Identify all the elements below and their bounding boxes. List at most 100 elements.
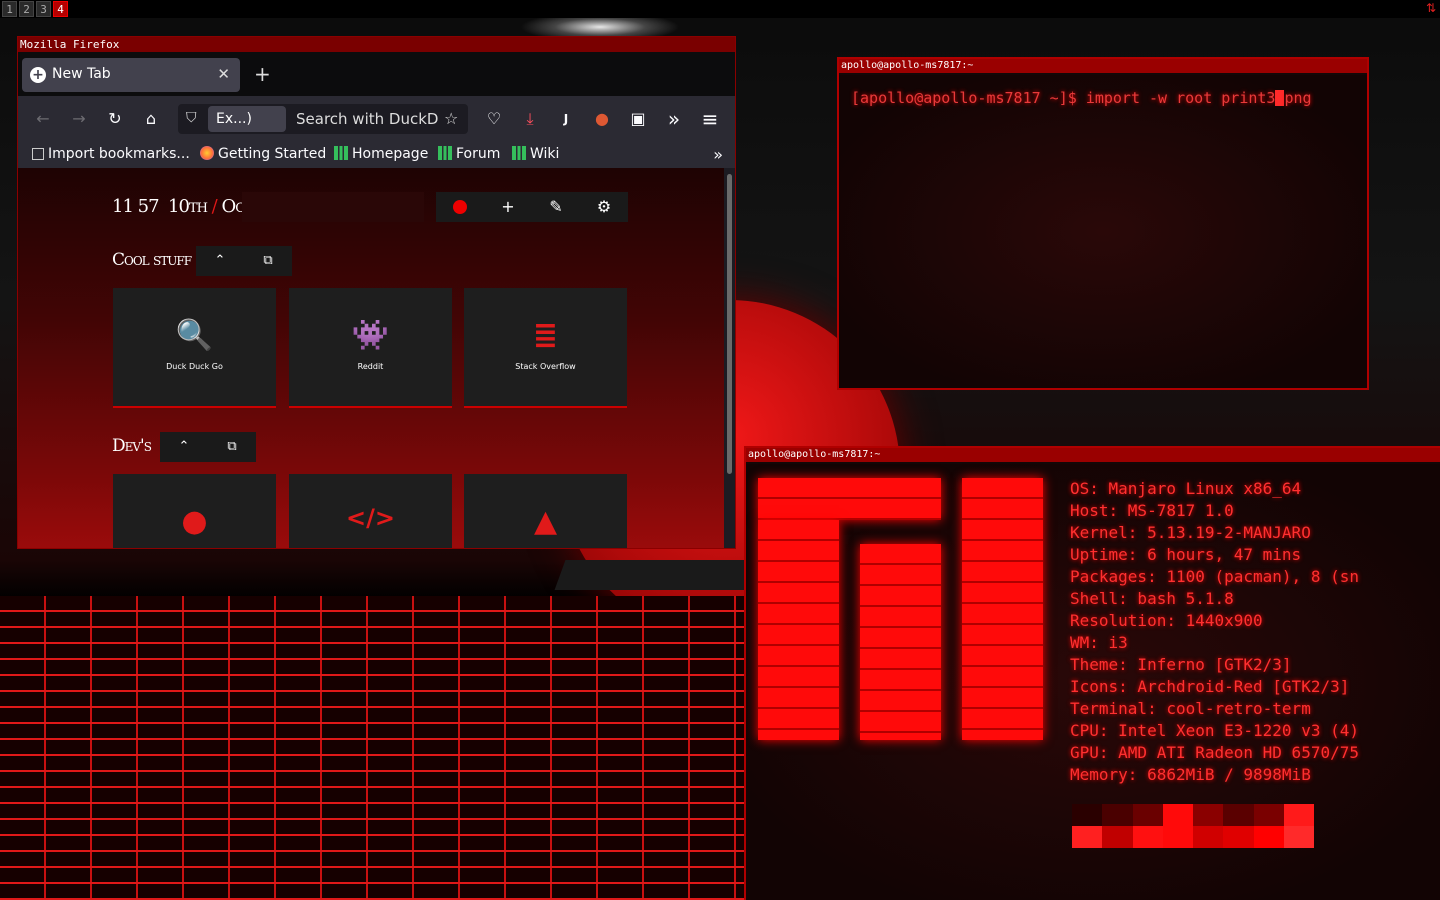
- star-icon[interactable]: ☆: [444, 109, 458, 128]
- bookmark-homepage[interactable]: Homepage: [334, 146, 428, 162]
- import-icon: [32, 148, 44, 160]
- stackoverflow-icon: ≣: [532, 318, 559, 353]
- color-swatch: [1283, 804, 1314, 826]
- system-info-line: GPU: AMD ATI Radeon HD 6570/75: [1070, 743, 1359, 762]
- system-info-line: Resolution: 1440x900: [1070, 611, 1263, 630]
- window-title[interactable]: apollo@apollo-ms7817:~: [746, 448, 1440, 462]
- page-toolbar: + ✎ ⚙: [436, 192, 628, 222]
- reload-icon[interactable]: ↻: [104, 108, 126, 130]
- terminal-body[interactable]: [apollo@apollo-ms7817 ~]$ import -w root…: [839, 75, 1367, 388]
- collapse-button[interactable]: ⌃: [196, 246, 244, 276]
- extension-icon[interactable]: ▣: [627, 108, 649, 130]
- color-swatch: [1253, 826, 1284, 848]
- command-line: [apollo@apollo-ms7817 ~]$ import -w root…: [851, 89, 1312, 107]
- window-title[interactable]: apollo@apollo-ms7817:~: [839, 59, 1367, 73]
- pocket-icon[interactable]: ♡: [483, 108, 505, 130]
- search-input[interactable]: Search with DuckDu: [296, 110, 438, 128]
- terminal-window-neofetch: apollo@apollo-ms7817:~ OS: Manjaro Linux…: [744, 446, 1440, 900]
- system-info-line: Theme: Inferno [GTK2/3]: [1070, 655, 1292, 674]
- system-info-line: Uptime: 6 hours, 47 mins: [1070, 545, 1302, 564]
- group-controls: ⌃ ⧉: [160, 432, 256, 462]
- system-info-line: Kernel: 5.13.19-2-MANJARO: [1070, 523, 1311, 542]
- tile-label: Duck Duck Go: [166, 362, 223, 371]
- bookmark-getting-started[interactable]: Getting Started: [200, 146, 326, 162]
- plus-icon: +: [30, 67, 46, 83]
- terminal-body[interactable]: OS: Manjaro Linux x86_64 Host: MS-7817 1.…: [746, 464, 1440, 900]
- system-info-line: CPU: Intel Xeon E3-1220 v3 (4): [1070, 721, 1359, 740]
- open-all-button[interactable]: ⧉: [244, 246, 292, 276]
- new-tab-button[interactable]: +: [254, 62, 271, 86]
- tile-duck-duck-go[interactable]: 🔍 Duck Duck Go: [113, 288, 276, 408]
- open-all-button[interactable]: ⧉: [208, 432, 256, 462]
- system-info-line: Host: MS-7817 1.0: [1070, 501, 1234, 520]
- back-icon[interactable]: ←: [32, 108, 54, 130]
- system-info-line: WM: i3: [1070, 633, 1128, 652]
- bookmark-forum[interactable]: Forum: [438, 146, 500, 162]
- scrollbar-thumb[interactable]: [727, 174, 732, 474]
- menu-icon[interactable]: ≡: [699, 108, 721, 130]
- reddit-icon: 👾: [351, 318, 390, 353]
- close-icon[interactable]: ✕: [217, 65, 230, 83]
- collapse-button[interactable]: ⌃: [160, 432, 208, 462]
- system-info-line: Packages: 1100 (pacman), 8 (sn: [1070, 567, 1359, 586]
- record-icon: [453, 200, 467, 214]
- duckduckgo-extension-icon[interactable]: ●: [591, 108, 613, 130]
- account-icon[interactable]: J: [555, 108, 577, 130]
- color-swatch: [1223, 826, 1254, 848]
- forward-icon[interactable]: →: [68, 108, 90, 130]
- group-title-cool-stuff: Cool stuff: [112, 250, 192, 270]
- workspace-4[interactable]: 4: [53, 1, 68, 17]
- tab-label: New Tab: [52, 66, 111, 82]
- color-swatch: [1193, 826, 1224, 848]
- color-swatch: [1102, 826, 1133, 848]
- color-swatch: [1072, 804, 1103, 826]
- window-title[interactable]: Mozilla Firefox: [18, 37, 735, 52]
- network-arrows-icon[interactable]: ⇅: [1426, 1, 1436, 15]
- tile-label: Reddit: [357, 362, 384, 371]
- color-swatch: [1193, 804, 1224, 826]
- tile-reddit[interactable]: 👾 Reddit: [289, 288, 452, 408]
- workspace-2[interactable]: 2: [19, 1, 34, 17]
- group-controls: ⌃ ⧉: [196, 246, 292, 276]
- color-swatch: [1072, 826, 1103, 848]
- code-icon: </>: [346, 504, 395, 532]
- search-input[interactable]: [242, 192, 424, 222]
- color-swatch: [1102, 804, 1133, 826]
- record-button[interactable]: [436, 192, 484, 222]
- settings-button[interactable]: ⚙: [580, 192, 628, 222]
- color-swatch: [1132, 804, 1163, 826]
- bookmark-wiki[interactable]: Wiki: [512, 146, 559, 162]
- add-button[interactable]: +: [484, 192, 532, 222]
- bookmarks-overflow-icon[interactable]: »: [713, 145, 723, 164]
- tile-android[interactable]: ▲: [464, 474, 627, 548]
- scrollbar[interactable]: [724, 168, 735, 548]
- tab-new-tab[interactable]: + New Tab ✕: [22, 58, 240, 92]
- overflow-icon[interactable]: »: [663, 108, 685, 130]
- workspace-1[interactable]: 1: [2, 1, 17, 17]
- tile-stack-overflow[interactable]: ≣ Stack Overflow: [464, 288, 627, 408]
- system-info-line: Shell: bash 5.1.8: [1070, 589, 1234, 608]
- bookmark-import[interactable]: Import bookmarks...: [32, 146, 190, 162]
- manjaro-icon: [512, 146, 526, 160]
- shield-icon[interactable]: ⛉: [186, 110, 197, 126]
- color-swatch: [1283, 826, 1314, 848]
- color-swatch: [1132, 826, 1163, 848]
- extension-chip[interactable]: Ex...): [208, 106, 286, 132]
- tile-github[interactable]: ●: [113, 474, 276, 548]
- workspace-3[interactable]: 3: [36, 1, 51, 17]
- bookmarks-toolbar: Import bookmarks... Getting Started Home…: [18, 142, 735, 168]
- tile-code[interactable]: </>: [289, 474, 452, 548]
- edit-button[interactable]: ✎: [532, 192, 580, 222]
- url-bar[interactable]: ⛉ Ex...) Search with DuckDu ☆: [178, 104, 468, 134]
- color-swatch: [1162, 804, 1193, 826]
- manjaro-icon: [334, 146, 348, 160]
- terminal-window: apollo@apollo-ms7817:~ [apollo@apollo-ms…: [837, 57, 1369, 390]
- manjaro-logo: [758, 478, 1043, 740]
- tile-label: Stack Overflow: [515, 362, 576, 371]
- new-tab-page: 11 57 10th / Oct + ✎ ⚙ Cool stuff ⌃ ⧉ 🔍 …: [18, 168, 724, 548]
- clock: 11 57 10th / Oct: [112, 196, 253, 217]
- download-icon[interactable]: ⤓: [519, 108, 541, 130]
- search-icon: 🔍: [175, 318, 214, 353]
- home-icon[interactable]: ⌂: [140, 108, 162, 130]
- i3-status-bar: 1 2 3 4 ⇅: [0, 0, 1440, 18]
